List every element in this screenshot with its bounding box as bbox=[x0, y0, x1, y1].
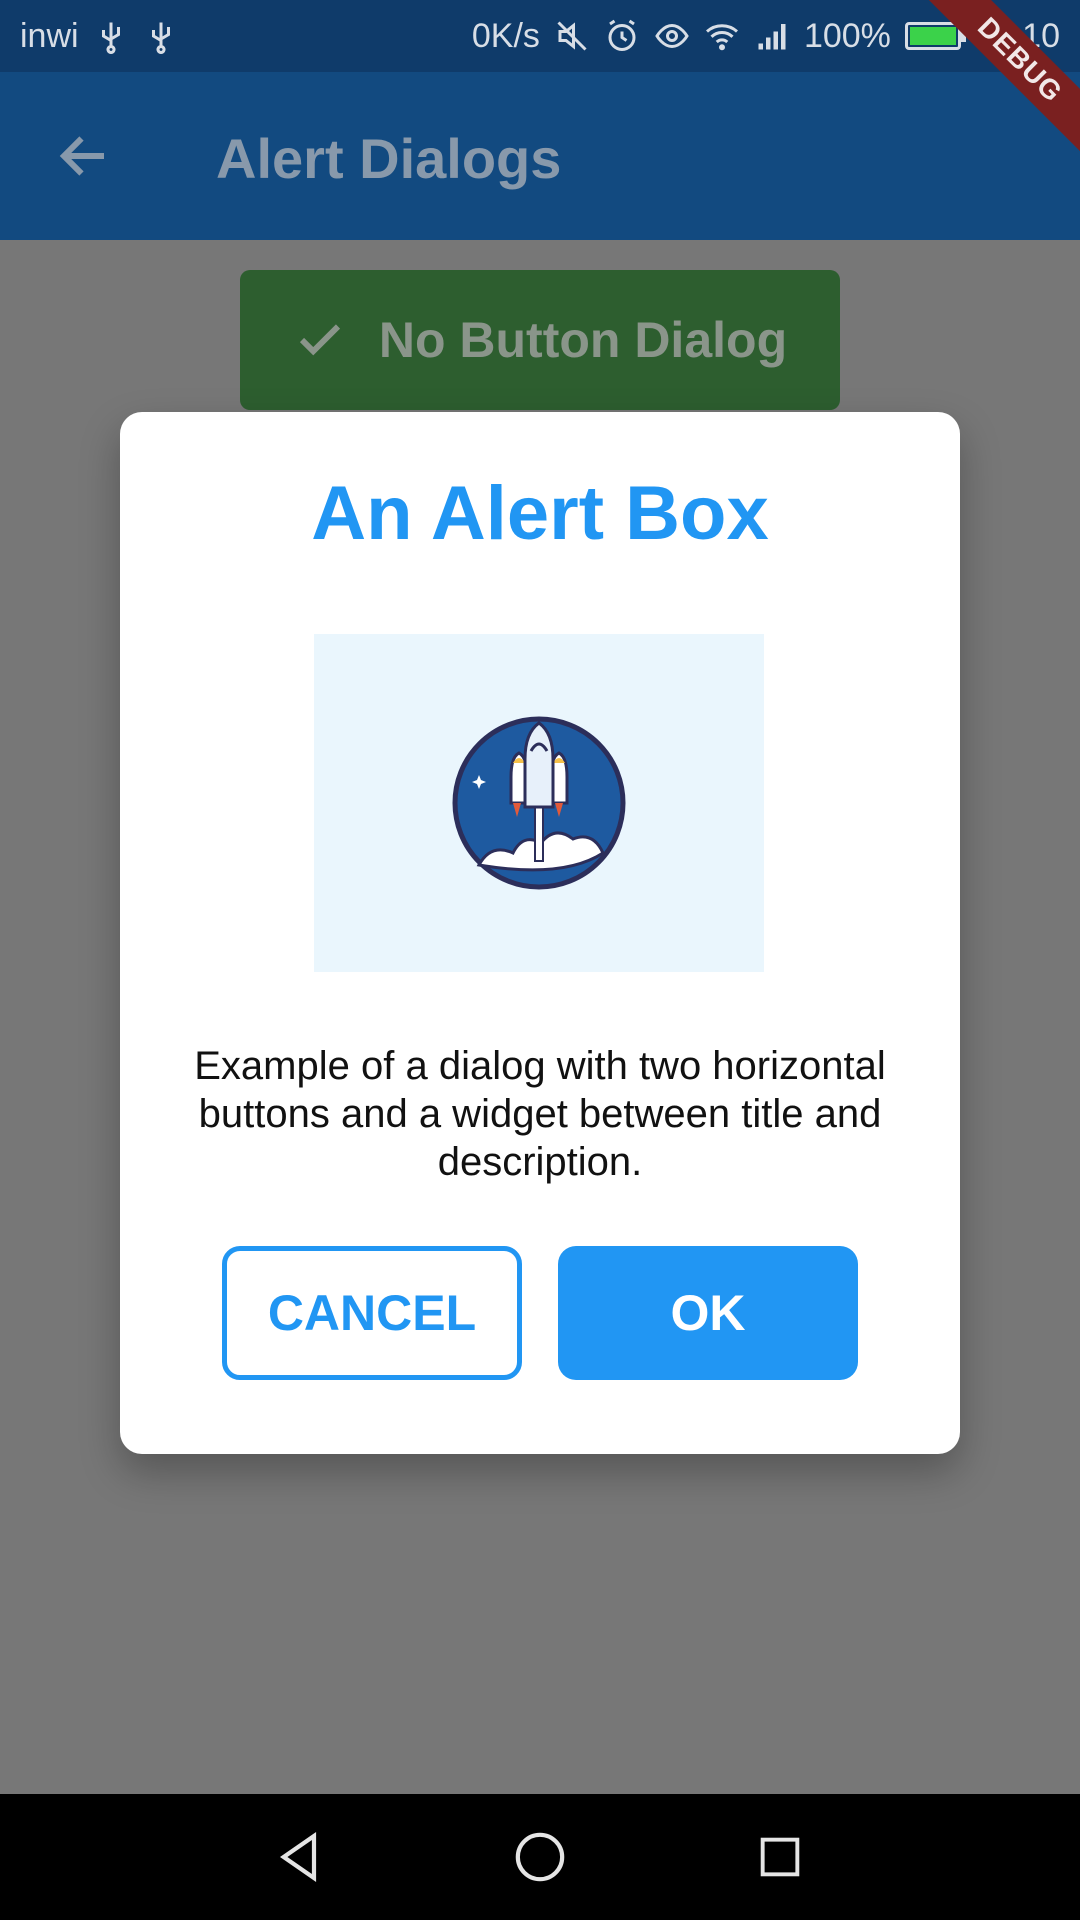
alert-dialog: An Alert Box Example of a dialog with tw… bbox=[120, 412, 960, 1454]
network-speed: 0K/s bbox=[471, 16, 540, 55]
status-bar: inwi 0K/s 100% bbox=[0, 0, 1080, 72]
mute-icon bbox=[557, 21, 587, 51]
usb-icon bbox=[101, 22, 120, 54]
nav-recents-button[interactable] bbox=[745, 1822, 815, 1892]
back-button[interactable] bbox=[48, 120, 120, 192]
arrow-left-icon bbox=[59, 136, 104, 176]
nav-back-button[interactable] bbox=[265, 1822, 335, 1892]
ok-button[interactable]: OK bbox=[558, 1246, 858, 1380]
battery-fill bbox=[909, 27, 956, 45]
back-triangle-icon bbox=[279, 1831, 317, 1883]
wifi-icon bbox=[705, 24, 738, 51]
dialog-title: An Alert Box bbox=[311, 471, 769, 556]
check-icon bbox=[299, 324, 340, 356]
nav-home-button[interactable] bbox=[505, 1822, 575, 1892]
recents-square-icon bbox=[760, 1837, 800, 1877]
signal-icon bbox=[758, 24, 786, 50]
battery-percent: 100% bbox=[803, 16, 891, 55]
dialog-description: Example of a dialog with two horizontal … bbox=[194, 1044, 886, 1184]
no-button-dialog-label: No Button Dialog bbox=[378, 312, 788, 368]
battery-icon bbox=[904, 22, 966, 50]
home-circle-icon bbox=[515, 1832, 565, 1882]
alarm-icon bbox=[608, 19, 636, 51]
cancel-button[interactable]: CANCEL bbox=[222, 1246, 522, 1380]
page-title: Alert Dialogs bbox=[216, 127, 562, 190]
screen: inwi 0K/s 100% Alert Dialogs DEBUG No Bu… bbox=[0, 0, 1080, 1920]
status-left: inwi bbox=[20, 17, 179, 56]
app-bar: Alert Dialogs bbox=[0, 72, 1080, 240]
eye-icon bbox=[655, 23, 689, 49]
usb-icon bbox=[151, 22, 170, 54]
dialog-illustration bbox=[314, 634, 764, 972]
carrier-label: inwi bbox=[20, 16, 79, 55]
no-button-dialog-button[interactable]: No Button Dialog bbox=[240, 270, 840, 410]
system-nav-bar bbox=[0, 1794, 1080, 1920]
rocket-icon bbox=[452, 716, 626, 890]
